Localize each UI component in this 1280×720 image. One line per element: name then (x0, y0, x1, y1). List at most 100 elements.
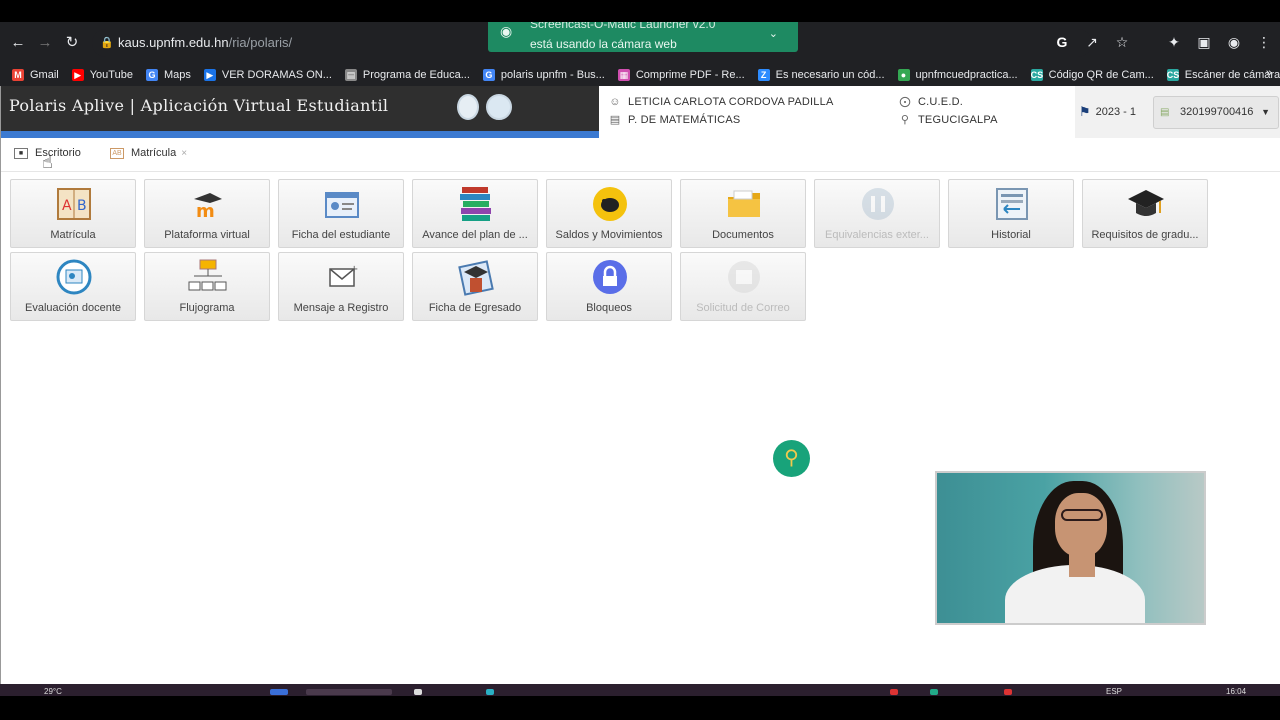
taskbar-search-icon[interactable] (306, 689, 392, 695)
flowchart-icon (188, 258, 228, 296)
mail-icon: + (322, 258, 362, 296)
program-name: P. DE MATEMÁTICAS (628, 114, 741, 126)
sidepanel-icon[interactable]: ▣ (1196, 34, 1212, 50)
hand-cursor-icon: ☝ (42, 152, 53, 172)
taskbar-app-icon[interactable] (486, 689, 494, 695)
history-icon (992, 185, 1032, 223)
module-tile: Solicitud de Correo (680, 252, 806, 321)
taskbar-app-icon[interactable] (1004, 689, 1012, 695)
bookmark-item[interactable]: ▤ Programa de Educa... (344, 69, 470, 81)
period-label: 2023 - 1 (1095, 106, 1137, 118)
bookmark-item[interactable]: Gpolaris upnfm - Bus... (482, 69, 605, 81)
back-icon[interactable]: ← (9, 34, 27, 52)
user-info: ☺ LETICIA CARLOTA CORDOVA PADILLA ▤ P. D… (599, 86, 1075, 138)
taskbar-app-icon[interactable] (890, 689, 898, 695)
evaluation-icon (54, 258, 94, 296)
share-icon[interactable]: ↗ (1084, 34, 1100, 50)
bookmark-item[interactable]: ▶ YouTube (71, 69, 133, 81)
module-tile[interactable]: Ficha del estudiante (278, 179, 404, 248)
bookmark-item[interactable]: M Gmail (12, 69, 59, 81)
account-select[interactable]: ▤ 320199700416 ▼ (1153, 96, 1279, 129)
globe-icon: ● (897, 69, 910, 81)
close-icon[interactable]: × (181, 148, 187, 159)
polaris-app: Polaris Aplive | Aplicación Virtual Estu… (0, 86, 1280, 684)
moodle-icon: m (188, 185, 228, 223)
pdf-icon: ▦ (617, 69, 630, 81)
module-tile-label: Historial (991, 229, 1031, 241)
bookmark-item[interactable]: ▦ Comprime PDF - Re... (617, 69, 745, 81)
module-tile[interactable]: + Mensaje a Registro (278, 252, 404, 321)
bottom-letterbox (0, 696, 1280, 720)
module-tile-label: Matrícula (50, 229, 96, 241)
taskbar-app-icon[interactable] (270, 689, 288, 695)
top-letterbox (0, 0, 1280, 22)
module-tile[interactable]: m Plataforma virtual (144, 179, 270, 248)
location-pin-icon: ⚲ (900, 114, 910, 126)
bookmark-item[interactable]: Z Es necesario un cód... (757, 69, 885, 81)
module-tile[interactable]: Bloqueos (546, 252, 672, 321)
module-tile[interactable]: Avance del plan de ... (412, 179, 538, 248)
module-tile[interactable]: Saldos y Movimientos (546, 179, 672, 248)
module-tile[interactable]: Flujograma (144, 252, 270, 321)
module-tile[interactable]: Historial (948, 179, 1074, 248)
bookmarks-bar: M Gmail ▶ YouTube G Maps ▶ VER DORAMAS ON... ▤ Pr… (0, 64, 1280, 86)
youtube-icon: ▶ (71, 69, 84, 81)
weather-text: 29°C (44, 687, 62, 696)
camera-icon: ◉ (500, 23, 513, 39)
module-tile[interactable]: Evaluación docente (10, 252, 136, 321)
folder-icon (724, 185, 764, 223)
bookmark-label: Maps (163, 69, 191, 81)
module-tile[interactable]: A B Matrícula (10, 179, 136, 248)
module-tile[interactable]: Documentos (680, 179, 806, 248)
module-tile-label: Evaluación docente (24, 302, 121, 314)
module-tile-label: Avance del plan de ... (422, 229, 528, 241)
bookmark-item[interactable]: ● upnfmcuedpractica... (897, 69, 1018, 81)
city-name: TEGUCIGALPA (918, 114, 998, 126)
period-panel: ⚑ 2023 - 1 ▤ 320199700416 ▼ (1075, 86, 1280, 138)
tab-bar: ■ Escritorio AB Matrícula × (1, 138, 1280, 172)
windows-taskbar: 29°C ESP 16:04 (0, 684, 1280, 696)
equivalence-icon (858, 185, 898, 223)
screencast-notification[interactable]: ◉ Screencast-O-Matic Launcher v2.0 está … (488, 22, 798, 52)
account-icon: ▤ (1160, 107, 1170, 118)
svg-text:+: + (350, 264, 358, 275)
language-indicator[interactable]: ESP (1106, 687, 1122, 696)
module-tile-label: Requisitos de gradu... (1091, 229, 1199, 241)
more-bookmarks-icon[interactable]: » (1266, 67, 1272, 79)
forward-icon[interactable]: → (36, 34, 54, 52)
svg-text:A: A (62, 198, 72, 214)
taskbar-app-icon[interactable] (414, 689, 422, 695)
taskbar-app-icon[interactable] (930, 689, 938, 695)
books-stack-icon (456, 185, 496, 223)
bookmark-item[interactable]: G Maps (145, 69, 191, 81)
email-request-icon (724, 258, 764, 296)
menu-kebab-icon[interactable]: ⋮ (1256, 34, 1272, 50)
key-icon[interactable]: ⚲ (773, 440, 810, 477)
profile-avatar-icon[interactable]: ◉ (1226, 34, 1242, 50)
star-icon[interactable]: ☆ (1114, 34, 1130, 50)
bookmark-label: Programa de Educa... (362, 69, 470, 81)
reload-icon[interactable]: ↻ (63, 34, 81, 52)
module-tile-label: Saldos y Movimientos (555, 229, 663, 241)
module-tile-label: Equivalencias exter... (825, 229, 929, 241)
user-icon: ☺ (609, 96, 621, 108)
google-lens-icon[interactable]: G (1054, 34, 1070, 50)
lock-icon (590, 258, 630, 296)
extensions-icon[interactable]: ✦ (1166, 34, 1182, 50)
bookmark-label: Gmail (30, 69, 59, 81)
bookmark-item[interactable]: CS Escáner de cámara (1166, 69, 1280, 81)
module-tile[interactable]: Requisitos de gradu... (1082, 179, 1208, 248)
tab-label: Matrícula (131, 147, 177, 159)
academic-period: ⚑ 2023 - 1 (1079, 104, 1136, 120)
svg-text:B: B (77, 198, 87, 214)
webcam-overlay (935, 471, 1206, 625)
module-tile[interactable]: Ficha de Egresado (412, 252, 538, 321)
chevron-down-icon[interactable]: ⌄ (769, 27, 778, 42)
bookmark-item[interactable]: CS Código QR de Cam... (1030, 69, 1154, 81)
tab-matricula[interactable]: AB Matrícula × (110, 147, 187, 159)
graduation-cap-icon (1126, 185, 1166, 223)
bookmark-item[interactable]: ▶ VER DORAMAS ON... (203, 69, 332, 81)
module-tile-label: Documentos (712, 229, 774, 241)
clock-time[interactable]: 16:04 (1226, 687, 1246, 696)
cs-icon: CS (1166, 69, 1180, 81)
